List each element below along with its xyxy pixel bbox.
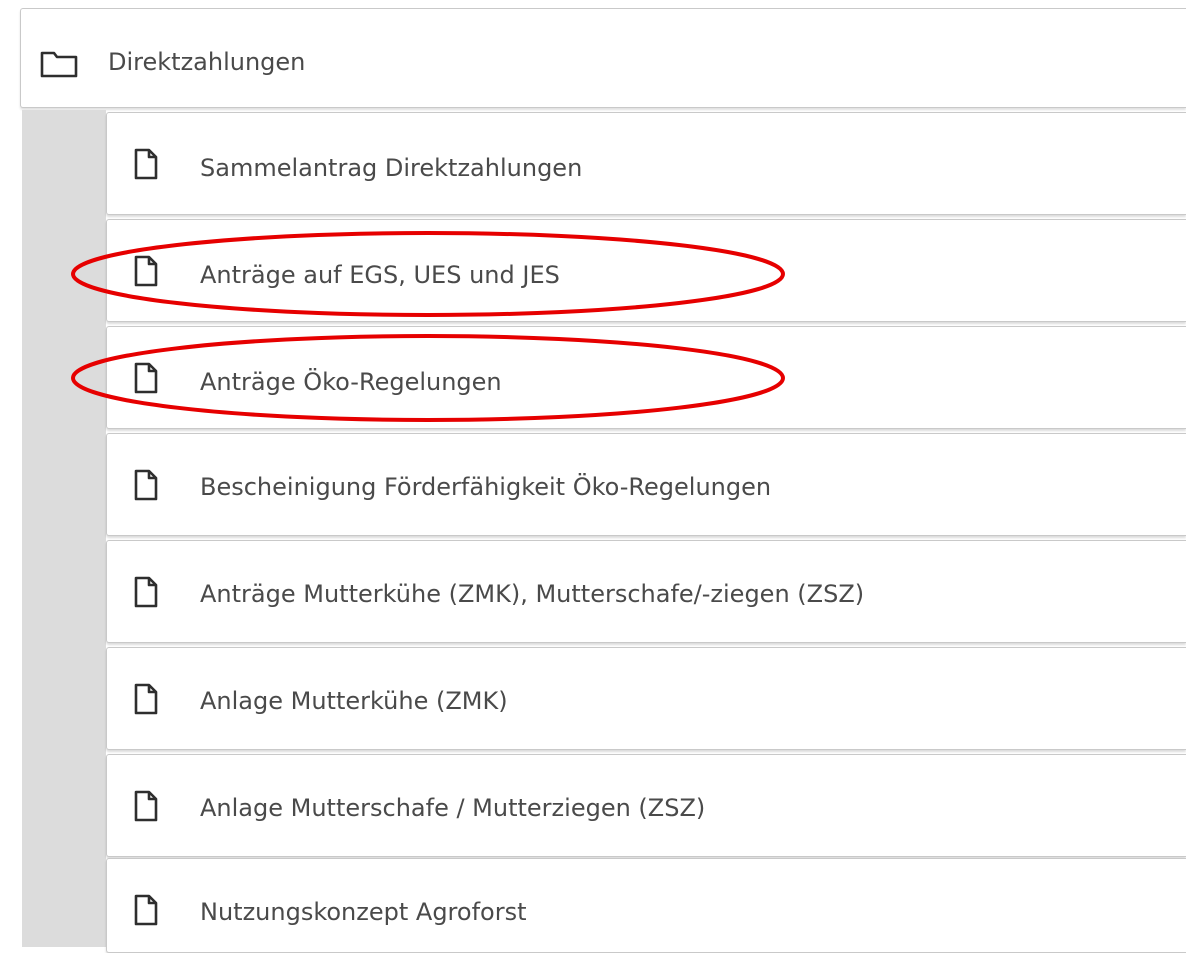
file-icon <box>134 894 158 926</box>
document-label: Bescheinigung Förderfähigkeit Öko-Regelu… <box>200 473 772 501</box>
tree-indent-bar <box>22 110 106 947</box>
document-label: Anträge auf EGS, UES und JES <box>200 261 560 289</box>
document-label: Nutzungskonzept Agroforst <box>200 898 527 926</box>
file-icon <box>134 683 158 715</box>
file-icon <box>134 469 158 501</box>
file-icon <box>134 790 158 822</box>
document-label: Sammelantrag Direktzahlungen <box>200 154 583 182</box>
file-icon <box>134 362 158 394</box>
document-row[interactable]: Sammelantrag Direktzahlungen <box>106 112 1186 215</box>
document-label: Anlage Mutterschafe / Mutterziegen (ZSZ) <box>200 794 706 822</box>
file-icon <box>134 576 158 608</box>
document-row[interactable]: Anträge Öko-Regelungen <box>106 326 1186 429</box>
file-icon <box>134 148 158 180</box>
document-row[interactable]: Anlage Mutterschafe / Mutterziegen (ZSZ) <box>106 754 1186 857</box>
document-label: Anlage Mutterkühe (ZMK) <box>200 687 508 715</box>
document-row[interactable]: Bescheinigung Förderfähigkeit Öko-Regelu… <box>106 433 1186 536</box>
document-row[interactable]: Anträge auf EGS, UES und JES <box>106 219 1186 322</box>
folder-icon <box>40 51 78 78</box>
document-label: Anträge Mutterkühe (ZMK), Mutterschafe/-… <box>200 580 865 608</box>
folder-label: Direktzahlungen <box>108 48 306 76</box>
document-row[interactable]: Anlage Mutterkühe (ZMK) <box>106 647 1186 750</box>
document-row[interactable]: Nutzungskonzept Agroforst <box>106 858 1186 953</box>
file-icon <box>134 255 158 287</box>
document-label: Anträge Öko-Regelungen <box>200 368 502 396</box>
folder-direktzahlungen[interactable]: Direktzahlungen <box>20 8 1186 108</box>
document-row[interactable]: Anträge Mutterkühe (ZMK), Mutterschafe/-… <box>106 540 1186 643</box>
